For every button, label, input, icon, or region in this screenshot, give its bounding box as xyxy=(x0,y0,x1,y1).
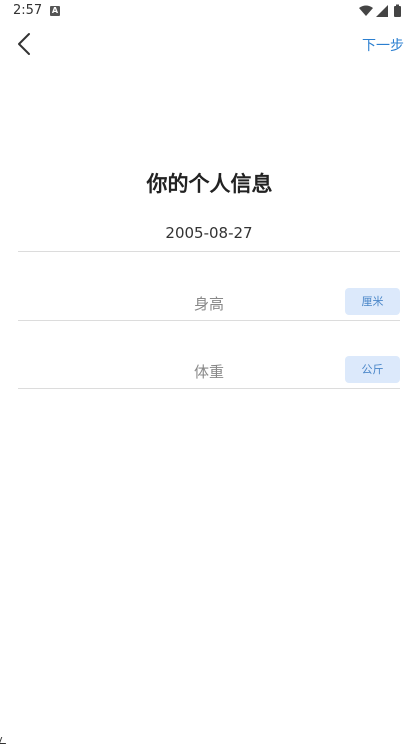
a-icon: A xyxy=(50,6,60,16)
weight-placeholder: 体重 xyxy=(193,363,224,381)
next-step-button[interactable]: 下一步 xyxy=(362,35,404,55)
wifi-icon xyxy=(359,5,373,16)
status-bar: 2:57 A xyxy=(0,0,419,24)
height-unit-tag[interactable]: 厘米 xyxy=(345,288,400,315)
status-time: 2:57 xyxy=(13,3,43,18)
page-title: 你的个人信息 xyxy=(146,172,273,196)
status-icons xyxy=(359,4,407,18)
weight-field[interactable]: 体重 公斤 xyxy=(18,352,400,389)
height-placeholder: 身高 xyxy=(193,295,224,313)
chevron-left-icon xyxy=(18,33,30,55)
back-button[interactable] xyxy=(10,30,38,58)
birthday-value: 2005-08-27 xyxy=(165,224,253,242)
battery-icon xyxy=(394,6,401,17)
height-field[interactable]: 身高 厘米 xyxy=(18,284,400,321)
corner-mark xyxy=(0,737,9,744)
birthday-field[interactable]: 2005-08-27 xyxy=(18,215,400,252)
weight-unit-tag[interactable]: 公斤 xyxy=(345,356,400,383)
signal-icon xyxy=(376,5,388,17)
